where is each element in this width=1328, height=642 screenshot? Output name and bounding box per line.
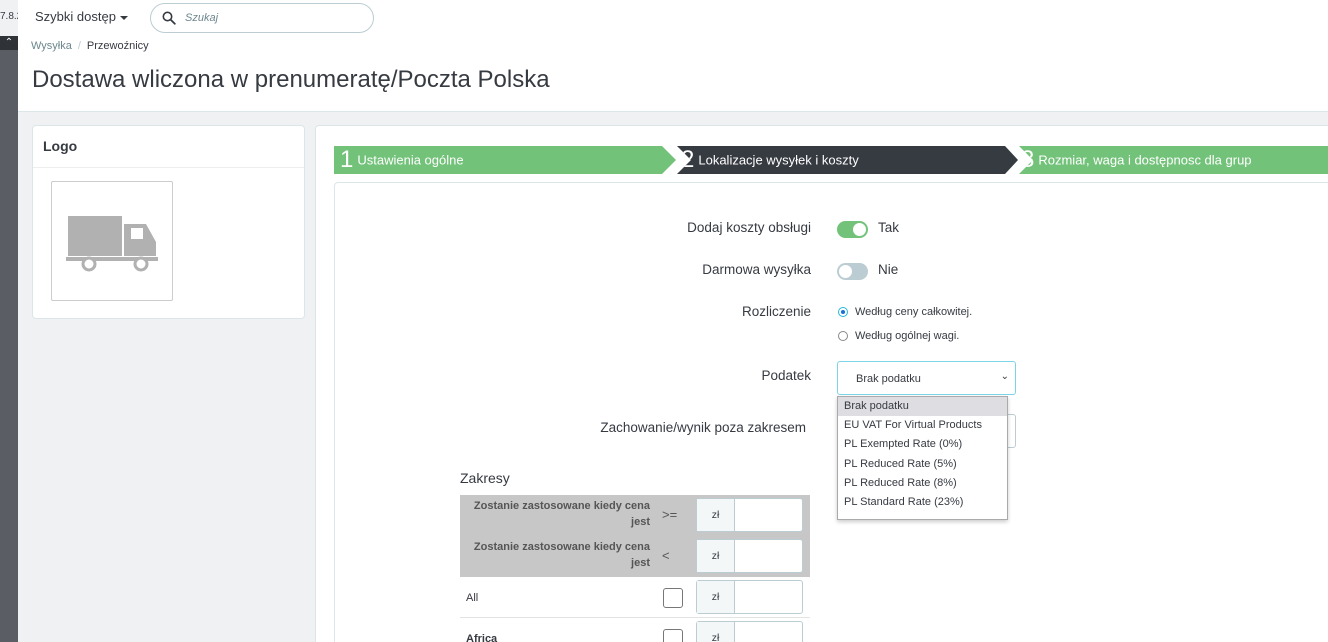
tax-select-value: Brak podatku: [856, 373, 921, 385]
step-label: Rozmiar, waga i dostępnosc dla grup: [1038, 152, 1252, 168]
carrier-wizard-panel: 1 Ustawienia ogólne 2 Lokalizacje wysyłek …: [315, 125, 1328, 642]
free-shipping-value: Nie: [878, 262, 899, 277]
logo-panel: Logo: [32, 125, 305, 319]
search-input[interactable]: [185, 9, 365, 27]
handling-costs-label: Dodaj koszty obsługi: [687, 220, 811, 235]
handling-costs-value: Tak: [878, 220, 900, 235]
zone-name: Africa: [466, 633, 498, 642]
page-header: Wysyłka / Przewoźnicy Dostawa wliczona w p…: [18, 36, 1328, 112]
breadcrumb-item-carriers[interactable]: Przewoźnicy: [87, 40, 149, 52]
range-operator: <: [662, 548, 670, 563]
step-number: 1: [340, 146, 354, 173]
ranges-title: Zakresy: [460, 470, 510, 486]
currency-addon: zł: [697, 540, 735, 572]
ranges-table: Zostanie zastosowane kiedy cena jest >= …: [460, 495, 810, 642]
billing-option-weight[interactable]: Według ogólnej wagi.: [838, 330, 959, 342]
search-box[interactable]: [150, 3, 374, 33]
quick-access-label: Szybki dostęp: [35, 9, 116, 24]
caret-down-icon: [119, 15, 128, 20]
radio-button[interactable]: [838, 307, 848, 318]
zone-price-input[interactable]: zł: [696, 621, 803, 642]
page-title: Dostawa wliczona w prenumeratę/Poczta Po…: [32, 66, 550, 93]
billing-label: Rozliczenie: [741, 304, 811, 319]
range-operator: >=: [662, 507, 678, 522]
handling-costs-toggle[interactable]: [837, 221, 868, 238]
step-number: 2: [681, 146, 695, 173]
wizard-step-1[interactable]: 1 Ustawienia ogólne: [334, 146, 676, 174]
billing-option-label: Według ogólnej wagi.: [855, 330, 960, 342]
truck-icon: [66, 216, 158, 272]
zone-price-input[interactable]: zł: [696, 580, 803, 614]
chevron-up-icon[interactable]: ⌃: [0, 36, 18, 50]
breadcrumb-separator: /: [77, 40, 81, 52]
top-header: Szybki dostęp: [18, 0, 1328, 36]
billing-option-price[interactable]: Według ceny całkowitej.: [838, 306, 972, 318]
quick-access-dropdown[interactable]: Szybki dostęp: [35, 9, 128, 24]
zone-checkbox[interactable]: [663, 629, 683, 642]
tax-option[interactable]: PL Reduced Rate (8%): [838, 474, 1007, 493]
tax-option[interactable]: PL Exempted Rate (0%): [838, 435, 1007, 454]
wizard-step-3[interactable]: 3 Rozmiar, waga i dostępnosc dla grup: [1019, 146, 1328, 174]
sidebar-collapsed: ⌃: [0, 36, 18, 642]
tax-dropdown-list[interactable]: Brak podatku EU VAT For Virtual Products…: [837, 396, 1008, 520]
tax-option[interactable]: PL Reduced Rate (5%): [838, 455, 1007, 474]
range-row-label: Zostanie zastosowane kiedy cena jest: [473, 500, 650, 528]
zone-name: All: [466, 592, 479, 604]
logo-panel-title: Logo: [33, 126, 304, 168]
search-icon: [162, 11, 176, 25]
range-row-label: Zostanie zastosowane kiedy cena jest: [473, 541, 650, 569]
breadcrumb-item-shipping[interactable]: Wysyłka: [31, 40, 72, 52]
zone-row-all: All zł: [460, 577, 810, 618]
zone-checkbox[interactable]: [663, 588, 683, 608]
out-of-range-label: Zachowanie/wynik poza zakresem: [600, 420, 806, 435]
tax-select[interactable]: Brak podatku ⌄: [837, 361, 1016, 395]
wizard-step-2[interactable]: 2 Lokalizacje wysyłek i koszty: [677, 146, 1018, 174]
breadcrumb: Wysyłka / Przewoźnicy: [31, 40, 149, 52]
chevron-down-icon: ⌄: [1000, 371, 1009, 382]
currency-addon: zł: [697, 622, 735, 642]
currency-addon: zł: [697, 499, 735, 531]
free-shipping-label: Darmowa wysyłka: [702, 262, 811, 277]
billing-option-label: Według ceny całkowitej.: [855, 306, 973, 318]
range-row-to: Zostanie zastosowane kiedy cena jest < z…: [460, 536, 810, 577]
range-from-input[interactable]: zł: [696, 498, 803, 532]
free-shipping-toggle[interactable]: [837, 263, 868, 280]
tax-label: Podatek: [761, 368, 811, 383]
carrier-logo: [51, 181, 173, 301]
toggle-knob: [839, 265, 852, 278]
tax-option[interactable]: EU VAT For Virtual Products: [838, 416, 1007, 435]
step-label: Ustawienia ogólne: [357, 152, 464, 168]
range-row-from: Zostanie zastosowane kiedy cena jest >= …: [460, 495, 810, 536]
currency-addon: zł: [697, 581, 735, 613]
tax-option[interactable]: Brak podatku: [838, 397, 1007, 417]
step-label: Lokalizacje wysyłek i koszty: [698, 152, 859, 168]
zone-row-africa: Africa zł: [460, 618, 810, 642]
radio-button[interactable]: [838, 331, 848, 342]
tax-option[interactable]: PL Standard Rate (23%): [838, 493, 1007, 512]
toggle-knob: [853, 223, 866, 236]
range-to-input[interactable]: zł: [696, 539, 803, 573]
step-number: 3: [1021, 146, 1035, 173]
